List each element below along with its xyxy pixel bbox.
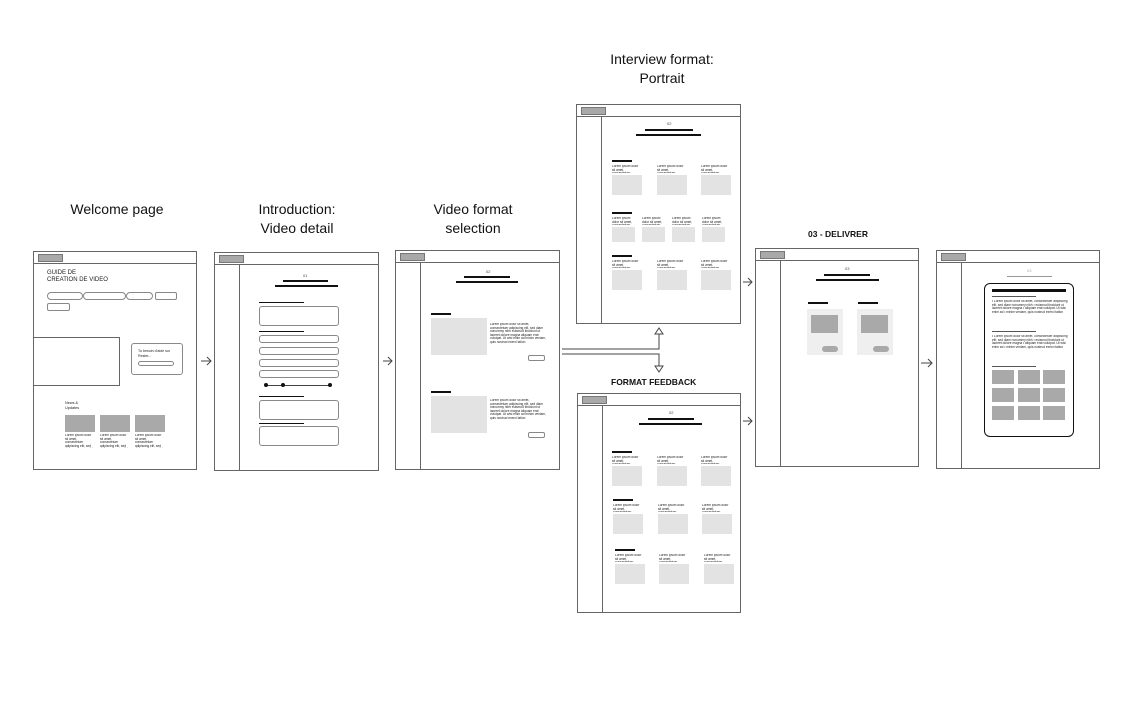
arrowhead-feedback (654, 365, 664, 373)
connector-format-interview (562, 330, 660, 350)
arrow-welcome-intro (201, 356, 212, 366)
arrow-deliver-final (921, 358, 933, 368)
flow-connectors (201, 277, 933, 426)
arrow-feedback-deliver (743, 416, 753, 426)
arrowhead-interview (654, 327, 664, 335)
arrow-intro-format (383, 356, 393, 366)
connector-format-feedback (562, 353, 660, 369)
arrow-interview-deliver (743, 277, 753, 287)
